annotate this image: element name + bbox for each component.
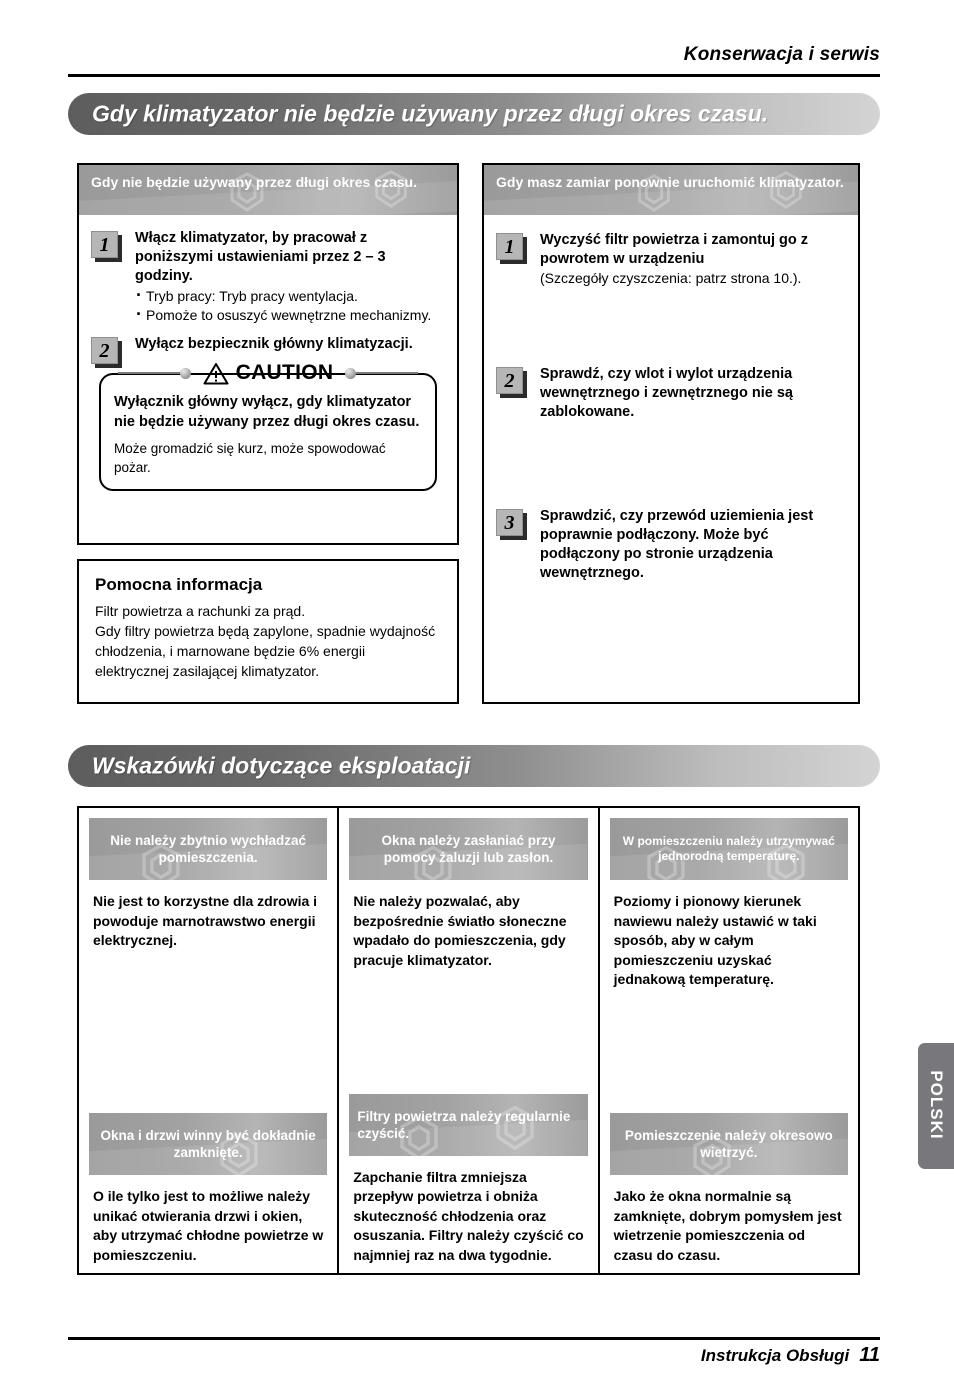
tip-heading-text: W pomieszczeniu należy utrzymywać jednor…: [622, 834, 835, 863]
step-subtext: (Szczegóły czyszczenia: patrz strona 10.…: [540, 270, 802, 286]
caution-bullet-right: [345, 367, 357, 379]
tip-heading-text: Okna należy zasłaniać przy pomocy żaluzj…: [381, 833, 556, 865]
caution-bullet-left: [179, 367, 191, 379]
tips-column: W pomieszczeniu należy utrzymywać jednor…: [600, 808, 858, 1273]
caution-note-text: Może gromadzić się kurz, może spowodować…: [114, 441, 386, 475]
warning-triangle-icon: [203, 362, 229, 384]
tip-heading: Nie należy zbytnio wychładzać pomieszcze…: [89, 818, 328, 880]
tip-heading: Filtry powietrza należy regularnie czyśc…: [349, 1093, 588, 1156]
section-title-text-2: Wskazówki dotyczące eksploatacji: [92, 752, 471, 779]
caution-block: CAUTION Wyłącznik główny wyłącz, gdy kli…: [99, 360, 437, 491]
caution-rule-left: [117, 372, 180, 374]
long-unused-panel: Gdy nie będzie używany przez długi okres…: [77, 163, 459, 545]
step-title: Wyłącz bezpiecznik główny klimatyzacji.: [135, 336, 413, 352]
restart-panel: Gdy masz zamiar ponownie uruchomić klima…: [482, 163, 860, 704]
tips-column: Nie należy zbytnio wychładzać pomieszcze…: [79, 808, 340, 1273]
step-bullet-list: Tryb pracy: Tryb pracy wentylacja. Pomoż…: [135, 286, 445, 325]
step-number-badge: 1: [496, 233, 523, 260]
tip-body-text: Nie jest to korzystne dla zdrowia i powo…: [93, 893, 318, 948]
helpful-info-body: Filtr powietrza a rachunki za prąd. Gdy …: [95, 603, 436, 679]
step-title: Wyczyść filtr powietrza i zamontuj go z …: [540, 232, 809, 267]
helpful-info-panel: Pomocna informacja Filtr powietrza a rac…: [77, 559, 459, 704]
step-item: 2 Sprawdź, czy wlot i wylot urządzenia w…: [490, 365, 844, 505]
tip-body-text: Poziomy i pionowy kierunek nawiewu należ…: [613, 893, 817, 987]
page-header-title: Konserwacja i serwis: [683, 44, 880, 65]
tip-heading: Okna należy zasłaniać przy pomocy żaluzj…: [349, 818, 588, 880]
tip-heading-text: Pomieszczenie należy okresowo wietrzyć.: [624, 1128, 833, 1160]
step-title: Włącz klimatyzator, by pracował z poniżs…: [135, 230, 386, 284]
step-number-badge: 1: [91, 231, 118, 258]
step-number-badge: 3: [496, 509, 523, 536]
tip-spacer: [610, 990, 848, 1114]
footer: Instrukcja Obsługi 11: [0, 1344, 880, 1367]
restart-panel-heading: Gdy masz zamiar ponownie uruchomić klima…: [484, 165, 858, 215]
caution-rule-right: [356, 372, 419, 374]
caution-content-box: Wyłącznik główny wyłącz, gdy klimatyzato…: [99, 373, 437, 491]
section-title-banner-1: Gdy klimatyzator nie będzie używany prze…: [68, 93, 880, 135]
restart-panel-heading-text: Gdy masz zamiar ponownie uruchomić klima…: [496, 174, 844, 190]
manual-page: Konserwacja i serwis Gdy klimatyzator ni…: [0, 0, 954, 1400]
tip-heading-text: Okna i drzwi winny być dokładnie zamknię…: [100, 1128, 316, 1160]
section-title-banner-2: Wskazówki dotyczące eksploatacji: [68, 745, 880, 787]
tip-heading: W pomieszczeniu należy utrzymywać jednor…: [609, 818, 848, 880]
tip-heading-text: Nie należy zbytnio wychładzać pomieszcze…: [110, 833, 307, 865]
tip-heading-text: Filtry powietrza należy regularnie czyśc…: [357, 1108, 571, 1141]
tip-body-text: O ile tylko jest to możliwe należy unika…: [93, 1188, 324, 1263]
step-item: 1 Włącz klimatyzator, by pracował z poni…: [85, 229, 445, 325]
footer-page-number: 11: [859, 1344, 880, 1366]
step-title: Sprawdź, czy wlot i wylot urządzenia wew…: [540, 366, 793, 420]
tip-body-text: Jako że okna normalnie są zamknięte, dob…: [613, 1188, 842, 1263]
step-item: 1 Wyczyść filtr powietrza i zamontuj go …: [490, 231, 844, 363]
long-unused-panel-heading-text: Gdy nie będzie używany przez długi okres…: [91, 174, 417, 190]
footer-divider: [68, 1337, 880, 1340]
helpful-info-title: Pomocna informacja: [95, 575, 263, 594]
tip-spacer: [349, 970, 587, 1094]
tip-heading: Okna i drzwi winny być dokładnie zamknię…: [89, 1113, 328, 1175]
language-side-tab-label: POLSKI: [927, 1070, 946, 1140]
caution-header: CAUTION: [99, 360, 437, 386]
tip-heading: Pomieszczenie należy okresowo wietrzyć.: [609, 1113, 848, 1175]
operating-tips-grid: Nie należy zbytnio wychładzać pomieszcze…: [77, 806, 860, 1275]
footer-manual-label: Instrukcja Obsługi: [700, 1346, 850, 1365]
tip-body-text: Nie należy pozwalać, aby bezpośrednie św…: [353, 893, 567, 968]
step-number-badge: 2: [496, 367, 523, 394]
tip-spacer: [89, 951, 327, 1114]
step-bullet: Tryb pracy: Tryb pracy wentylacja.: [135, 286, 445, 306]
step-item: 2 Wyłącz bezpiecznik główny klimatyzacji…: [85, 335, 445, 364]
language-side-tab: POLSKI: [918, 1043, 954, 1169]
step-item: 3 Sprawdzić, czy przewód uziemienia jest…: [490, 507, 844, 583]
long-unused-panel-heading: Gdy nie będzie używany przez długi okres…: [79, 165, 457, 215]
header-divider: [68, 74, 880, 77]
tips-column: Okna należy zasłaniać przy pomocy żaluzj…: [339, 808, 600, 1273]
step-title: Sprawdzić, czy przewód uziemienia jest p…: [540, 508, 814, 581]
caution-label: CAUTION: [235, 361, 334, 384]
section-title-text-1: Gdy klimatyzator nie będzie używany prze…: [92, 100, 769, 127]
step-bullet: Pomoże to osuszyć wewnętrzne mechanizmy.: [135, 305, 445, 325]
tip-body-text: Zapchanie filtra zmniejsza przepływ powi…: [353, 1168, 584, 1263]
caution-strong-text: Wyłącznik główny wyłącz, gdy klimatyzato…: [114, 394, 420, 430]
